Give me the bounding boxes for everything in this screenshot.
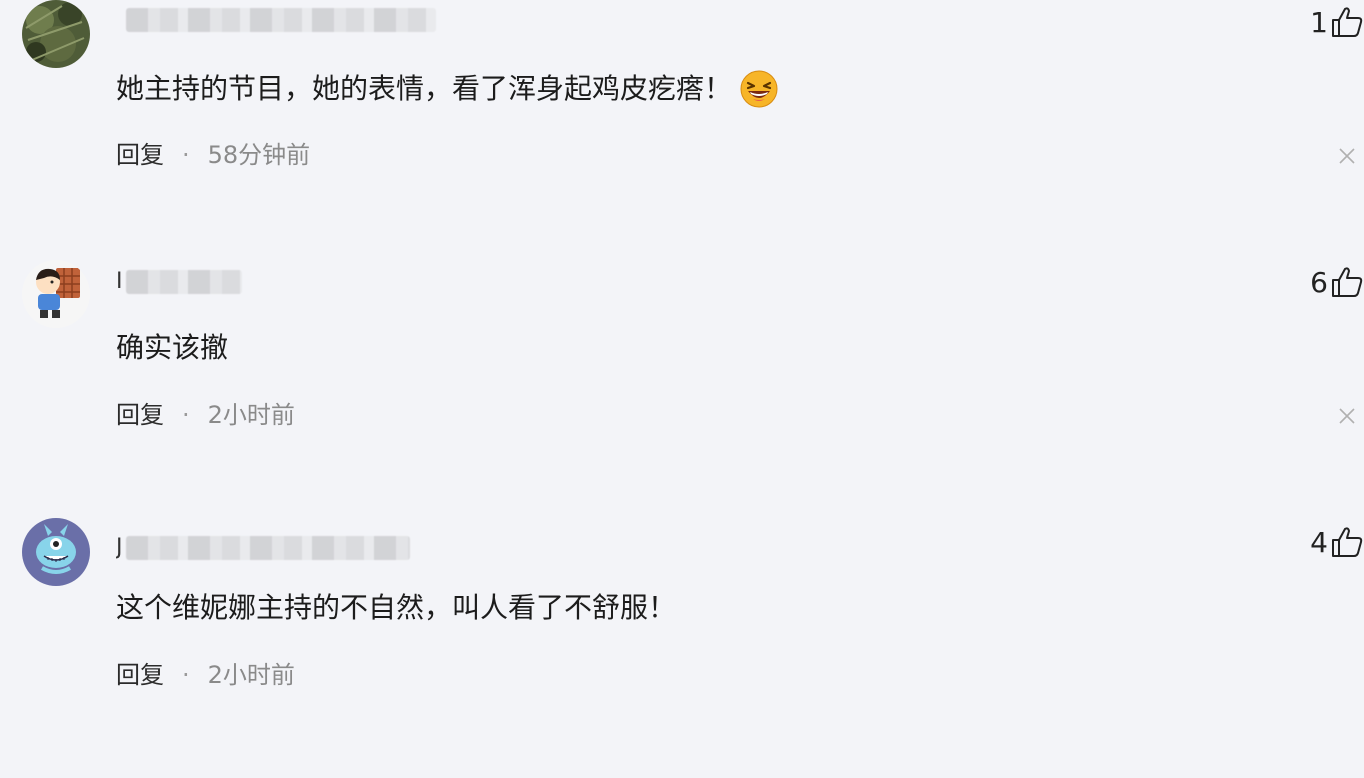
comment-text: 确实该撤 — [116, 330, 228, 366]
like-count: 4 — [1310, 525, 1328, 559]
avatar[interactable] — [22, 260, 90, 328]
like-button[interactable]: 1 — [1294, 2, 1364, 42]
like-count: 1 — [1310, 5, 1328, 39]
username[interactable]: I — [116, 270, 242, 294]
comment-text: 这个维妮娜主持的不自然，叫人看了不舒服！ — [116, 590, 676, 626]
username-redacted — [126, 536, 410, 560]
comment-time: 2小时前 — [207, 401, 295, 429]
username-initial: J — [116, 536, 123, 560]
comment-text-content: 她主持的节目，她的表情，看了浑身起鸡皮疙瘩！ — [116, 72, 733, 105]
reply-button[interactable]: 回复 — [116, 400, 164, 430]
comment-text-content: 这个维妮娜主持的不自然，叫人看了不舒服！ — [116, 591, 677, 624]
avatar[interactable] — [22, 0, 90, 68]
laughing-emoji-icon — [740, 70, 778, 108]
comment-meta: 回复 · 2小时前 — [116, 400, 295, 430]
meta-separator: · — [182, 401, 190, 429]
close-icon[interactable] — [1334, 143, 1360, 169]
reply-button[interactable]: 回复 — [116, 140, 164, 170]
username-redacted — [126, 8, 436, 32]
thumbs-up-icon — [1332, 267, 1363, 297]
username[interactable] — [116, 8, 436, 32]
like-count: 6 — [1310, 265, 1328, 299]
thumbs-up-icon — [1332, 527, 1363, 557]
comment-item: J 这个维妮娜主持的不自然，叫人看了不舒服！ 回复 · 2小时前 4 — [0, 518, 1364, 778]
comment-time: 58分钟前 — [207, 141, 311, 169]
comment-item: I 确实该撤 回复 · 2小时前 6 — [0, 260, 1364, 520]
username-initial: I — [116, 270, 123, 294]
comment-text-content: 确实该撤 — [116, 331, 229, 364]
meta-separator: · — [182, 141, 190, 169]
close-icon[interactable] — [1334, 403, 1360, 429]
comment-text: 她主持的节目，她的表情，看了浑身起鸡皮疙瘩！ — [116, 70, 778, 108]
username[interactable]: J — [116, 536, 410, 560]
thumbs-up-icon — [1332, 7, 1363, 37]
username-redacted — [126, 270, 242, 294]
comment-meta: 回复 · 58分钟前 — [116, 140, 310, 170]
avatar[interactable] — [22, 518, 90, 586]
comment-item: 她主持的节目，她的表情，看了浑身起鸡皮疙瘩！ 回复 · 58分钟前 1 — [0, 0, 1364, 260]
like-button[interactable]: 6 — [1294, 262, 1364, 302]
like-button[interactable]: 4 — [1294, 522, 1364, 562]
